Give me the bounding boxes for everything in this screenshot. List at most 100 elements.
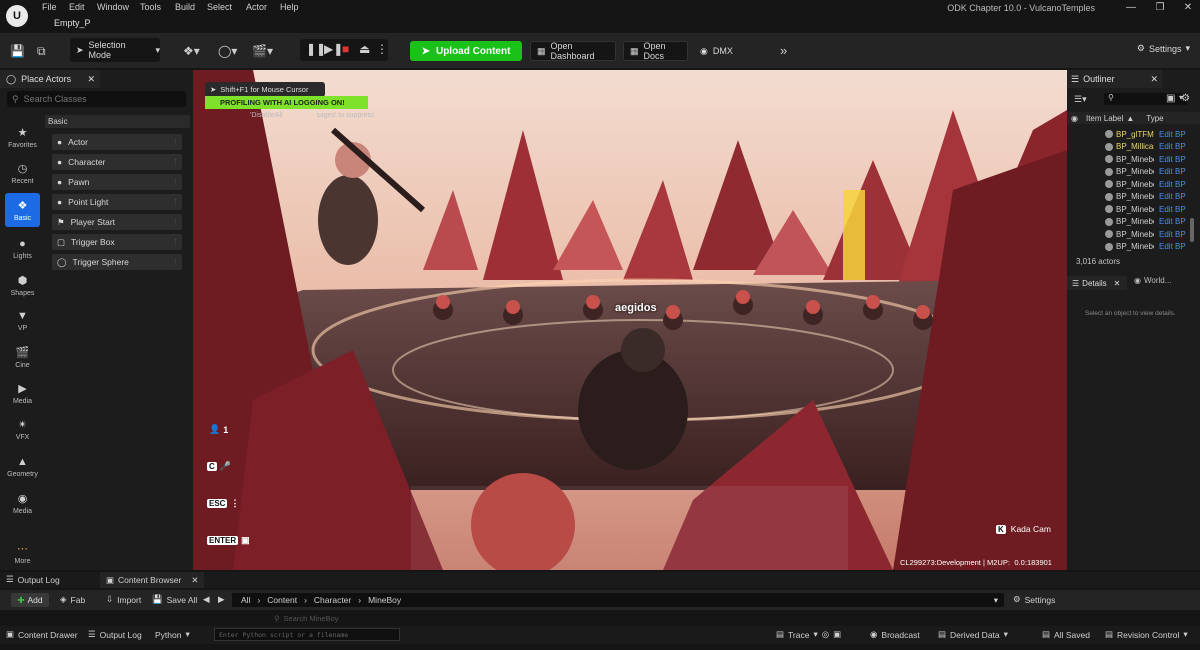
players-count-button[interactable]: 👤 1 — [209, 424, 228, 435]
expand-toolbar-icon[interactable]: » — [780, 43, 787, 58]
menu-window[interactable]: Window — [97, 2, 129, 12]
outliner-row[interactable]: BP_Mineboy Edit BP — [1067, 166, 1189, 178]
outliner-row[interactable]: BP_Mineboy Edit BP — [1067, 216, 1189, 228]
menu-file[interactable]: File — [42, 2, 57, 12]
more-options-icon[interactable]: ⋮ — [376, 42, 388, 56]
eye-icon[interactable]: ◉ — [1071, 114, 1078, 123]
derived-data-button[interactable]: ▤ Derived Data ▾ — [938, 629, 1008, 640]
outliner-row[interactable]: BP_Mineboy Edit BP — [1067, 228, 1189, 240]
tab-place-actors[interactable]: ◯ Place Actors ✕ — [0, 70, 100, 88]
breadcrumb-mineboy[interactable]: MineBoy — [368, 595, 401, 605]
settings-button[interactable]: ⚙ Settings ▾ — [1137, 43, 1190, 54]
outliner-scrollbar[interactable] — [1190, 218, 1194, 242]
level-tab[interactable]: Empty_P — [54, 18, 91, 28]
voice-chat-button[interactable]: C 🎤 — [207, 461, 231, 472]
category-media[interactable]: ▶ Media — [5, 376, 40, 410]
import-button[interactable]: ⇩ Import — [106, 594, 141, 605]
save-icon[interactable]: 💾 — [10, 44, 25, 58]
all-saved-indicator[interactable]: ▤ All Saved — [1042, 629, 1090, 640]
level-viewport[interactable] — [193, 70, 1067, 570]
close-tab-icon[interactable]: ✕ — [191, 575, 198, 586]
chevron-down-icon[interactable]: ▾ — [994, 595, 998, 606]
close-tab-icon[interactable]: ✕ — [1114, 279, 1121, 288]
category-media-2[interactable]: ◉ Media — [5, 486, 40, 520]
outliner-row[interactable]: BP_Mineboy Edit BP — [1067, 178, 1189, 190]
tab-content-browser[interactable]: ▣ Content Browser ✕ — [100, 572, 205, 588]
stop-icon[interactable]: ■ — [342, 42, 349, 56]
gear-icon[interactable]: ⚙ — [1181, 93, 1190, 104]
trace-button[interactable]: ▤ Trace ▾ ◎ ▣ — [776, 629, 841, 640]
actor-item-trigger-sphere[interactable]: ◯ Trigger Sphere ⋮ — [52, 254, 182, 270]
category-basic[interactable]: ❖ Basic — [5, 193, 40, 227]
actor-item-trigger-box[interactable]: ▢ Trigger Box ⋮ — [52, 234, 182, 250]
blueprint-icon[interactable]: ◯▾ — [218, 44, 237, 58]
edit-bp-link[interactable]: Edit BP — [1159, 142, 1186, 151]
content-search-input[interactable]: ⚲ Search MineBoy — [274, 614, 339, 623]
enter-chat-button[interactable]: ENTER ▣ — [207, 535, 250, 546]
category-cine[interactable]: 🎬 Cine — [5, 340, 40, 374]
back-icon[interactable]: ◀ — [203, 594, 210, 605]
category-more[interactable]: ⋯ More — [5, 536, 40, 570]
dmx-button[interactable]: ◉ DMX — [694, 41, 736, 61]
edit-bp-link[interactable]: Edit BP — [1159, 217, 1186, 226]
open-dashboard-button[interactable]: ▦ Open Dashboard — [530, 41, 616, 61]
add-button[interactable]: ✚ Add — [11, 593, 49, 607]
actor-item-player-start[interactable]: ⚑ Player Start ⋮ — [52, 214, 182, 230]
step-frame-icon[interactable]: ▶❚ — [324, 42, 343, 56]
fab-button[interactable]: ◈ Fab — [60, 594, 85, 605]
category-geometry[interactable]: ▲ Geometry — [5, 450, 40, 484]
output-log-button[interactable]: ☰ Output Log — [88, 629, 142, 640]
menu-select[interactable]: Select — [207, 2, 232, 12]
menu-tools[interactable]: Tools — [140, 2, 161, 12]
eject-icon[interactable]: ⏏ — [359, 42, 370, 56]
save-all-button[interactable]: 💾 Save All — [152, 594, 197, 605]
edit-bp-link[interactable]: Edit BP — [1159, 155, 1186, 164]
cinematics-icon[interactable]: 🎬▾ — [252, 44, 273, 58]
close-tab-icon[interactable]: ✕ — [1150, 74, 1158, 85]
tab-output-log[interactable]: ☰ Output Log — [6, 574, 60, 585]
unreal-logo-icon[interactable]: U — [6, 5, 28, 27]
revision-control-button[interactable]: ▤ Revision Control ▾ — [1105, 629, 1188, 640]
content-browse-icon[interactable]: ⧉ — [37, 44, 46, 59]
edit-bp-link[interactable]: Edit BP — [1159, 242, 1186, 251]
tab-details[interactable]: ☰ Details ✕ — [1067, 276, 1127, 290]
upload-content-button[interactable]: ➤ Upload Content — [410, 41, 522, 61]
broadcast-button[interactable]: ◉ Broadcast — [870, 629, 920, 640]
add-folder-icon[interactable]: ▣ — [1166, 93, 1175, 104]
category-favorites[interactable]: ★ Favorites — [5, 120, 40, 154]
actor-item-point-light[interactable]: ● Point Light ⋮ — [52, 194, 182, 210]
edit-bp-link[interactable]: Edit BP — [1159, 167, 1186, 176]
tab-outliner[interactable]: ☰ Outliner ✕ — [1067, 70, 1162, 88]
category-shapes[interactable]: ⬢ Shapes — [5, 268, 40, 302]
edit-bp-link[interactable]: Edit BP — [1159, 205, 1186, 214]
forward-icon[interactable]: ▶ — [218, 594, 225, 605]
menu-build[interactable]: Build — [175, 2, 195, 12]
category-lights[interactable]: ● Lights — [5, 232, 40, 266]
edit-bp-link[interactable]: Edit BP — [1159, 230, 1186, 239]
breadcrumb-all[interactable]: All — [241, 595, 250, 605]
python-console-dropdown[interactable]: Python ▾ — [155, 629, 190, 640]
outliner-row[interactable]: BP_Mineboy Edit BP — [1067, 241, 1189, 253]
actor-item-character[interactable]: ● Character ⋮ — [52, 154, 182, 170]
esc-menu-button[interactable]: ESC ⋮ — [207, 498, 239, 509]
column-type[interactable]: Type — [1146, 114, 1163, 123]
category-vfx[interactable]: ✴ VFX — [5, 412, 40, 446]
close-tab-icon[interactable]: ✕ — [87, 74, 95, 85]
category-recent[interactable]: ◷ Recent — [5, 156, 40, 190]
outliner-row[interactable]: BP_Mineboy Edit BP — [1067, 191, 1189, 203]
actor-item-pawn[interactable]: ● Pawn ⋮ — [52, 174, 182, 190]
maximize-icon[interactable]: ❐ — [1149, 2, 1171, 13]
close-window-icon[interactable]: ✕ — [1177, 2, 1199, 13]
filter-icon[interactable]: ☰▾ — [1074, 94, 1087, 105]
outliner-row[interactable]: BP_Millicas Edit BP — [1067, 141, 1189, 153]
category-vp[interactable]: ▼ VP — [5, 304, 40, 338]
open-docs-button[interactable]: ▦ Open Docs — [623, 41, 688, 61]
outliner-row[interactable]: BP_glTFMa Edit BP — [1067, 128, 1189, 140]
kada-cam-toggle[interactable]: K Kada Cam — [996, 524, 1051, 534]
edit-bp-link[interactable]: Edit BP — [1159, 130, 1186, 139]
minimize-icon[interactable]: — — [1120, 2, 1142, 13]
outliner-row[interactable]: BP_Mineboy Edit BP — [1067, 203, 1189, 215]
edit-bp-link[interactable]: Edit BP — [1159, 192, 1186, 201]
tab-world-settings[interactable]: ◉ World... — [1134, 276, 1171, 285]
actor-item-actor[interactable]: ● Actor ⋮ — [52, 134, 182, 150]
